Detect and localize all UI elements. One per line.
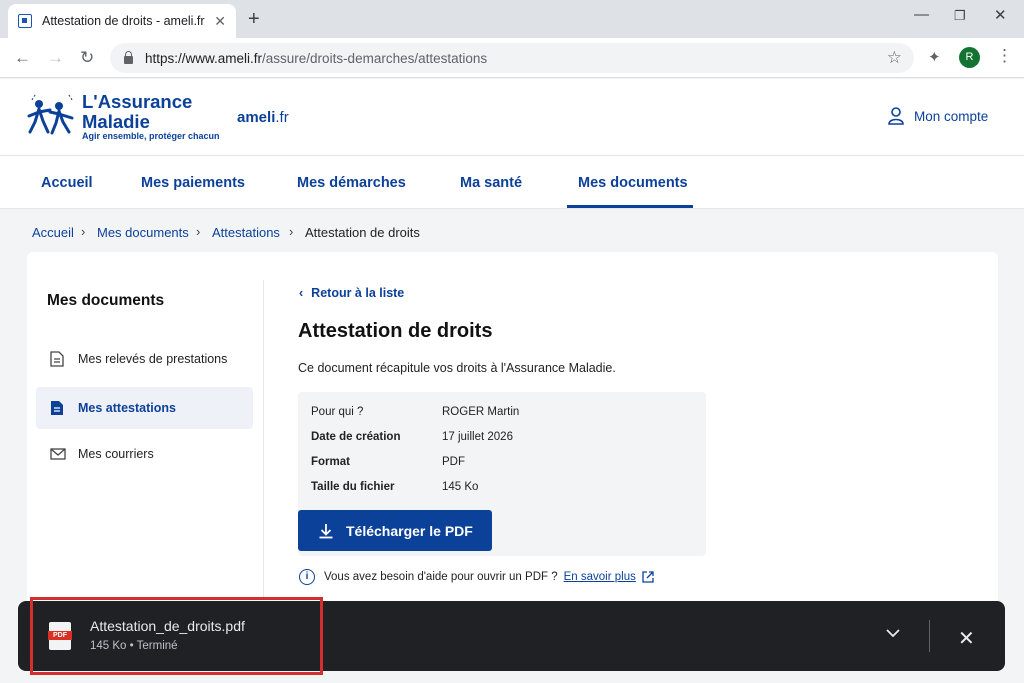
sidebar-item-label: Mes courriers [78, 447, 154, 461]
info-row-pour-qui: Pour qui ? ROGER Martin [311, 406, 519, 418]
active-nav-indicator [567, 205, 693, 208]
breadcrumb-mes-documents[interactable]: Mes documents [97, 225, 189, 240]
account-link[interactable]: Mon compte [888, 107, 988, 125]
brand-name-line1: L'Assurance [82, 91, 193, 112]
sidebar-item-courriers[interactable]: Mes courriers [36, 433, 253, 475]
forward-arrow-icon[interactable]: → [47, 48, 64, 68]
browser-address-bar: ← → ↻ https://www.ameli.fr/assure/droits… [0, 38, 1024, 78]
back-to-list-label: Retour à la liste [311, 286, 405, 300]
breadcrumb-attestations[interactable]: Attestations [212, 225, 280, 240]
info-row-taille: Taille du fichier 145 Ko [311, 481, 478, 493]
download-bar-divider [929, 620, 930, 652]
envelope-icon [50, 448, 78, 460]
chevron-left-icon: ‹ [299, 286, 304, 300]
back-arrow-icon[interactable]: ← [14, 48, 31, 68]
page-title: Attestation de droits [298, 320, 493, 342]
user-icon [888, 107, 904, 125]
nav-item-mes-documents[interactable]: Mes documents [578, 175, 688, 191]
download-pdf-button[interactable]: Télécharger le PDF [298, 510, 492, 551]
nav-item-mes-demarches[interactable]: Mes démarches [297, 175, 406, 191]
extensions-puzzle-icon[interactable]: ✦ [928, 48, 941, 66]
info-key: Format [311, 456, 350, 468]
info-key: Taille du fichier [311, 481, 395, 493]
info-key: Date de création [311, 431, 401, 443]
chevron-down-icon[interactable] [886, 628, 900, 638]
profile-avatar[interactable]: R [959, 47, 980, 68]
restore-icon[interactable]: ❐ [954, 8, 966, 24]
breadcrumb-current: Attestation de droits [305, 225, 420, 240]
browser-menu-icon[interactable]: ⋮ [996, 46, 1013, 66]
brand-tagline: Agir ensemble, protéger chacun [82, 131, 220, 141]
help-text: Vous avez besoin d'aide pour ouvrir un P… [324, 571, 558, 583]
breadcrumb-chevron-icon: › [289, 224, 294, 239]
nav-item-accueil[interactable]: Accueil [41, 175, 93, 191]
reload-icon[interactable]: ↻ [80, 48, 94, 68]
main-navigation: Accueil Mes paiements Mes démarches Ma s… [0, 156, 1024, 209]
info-value: ROGER Martin [442, 406, 520, 418]
ameli-name: ameli [237, 109, 276, 126]
url-input[interactable]: https://www.ameli.fr/assure/droits-demar… [110, 43, 914, 73]
document-description: Ce document récapitule vos droits à l'As… [298, 361, 616, 375]
nav-item-ma-sante[interactable]: Ma santé [460, 175, 522, 191]
browser-tab-bar: Attestation de droits - ameli.fr ✕ + — ❐… [0, 0, 1024, 38]
nav-item-mes-paiements[interactable]: Mes paiements [141, 175, 245, 191]
sidebar-item-label: Mes relevés de prestations [78, 352, 228, 366]
sidebar-title: Mes documents [47, 292, 165, 309]
close-download-bar-icon[interactable]: ✕ [958, 626, 975, 651]
external-link-icon[interactable] [642, 571, 654, 583]
highlight-annotation-box [30, 597, 323, 675]
info-value: 145 Ko [442, 481, 479, 493]
brand-name-line2: Maladie [82, 111, 150, 132]
ameli-favicon-icon [18, 14, 32, 28]
info-icon: i [299, 569, 315, 585]
info-value: PDF [442, 456, 465, 468]
new-tab-button[interactable]: + [248, 8, 260, 31]
sidebar-item-releves[interactable]: Mes relevés de prestations [36, 338, 253, 380]
document-filled-icon [50, 400, 78, 416]
tab-title: Attestation de droits - ameli.fr [42, 14, 205, 28]
url-path: /assure/droits-demarches/attestations [262, 50, 488, 66]
breadcrumb-chevron-icon: › [81, 224, 86, 239]
tab-close-icon[interactable]: ✕ [214, 13, 226, 30]
lock-icon [124, 51, 133, 64]
assurance-maladie-logo-icon[interactable] [26, 94, 78, 138]
sidebar-divider [263, 280, 264, 600]
info-row-date: Date de création 17 juillet 2026 [311, 431, 513, 443]
info-value: 17 juillet 2026 [442, 431, 513, 443]
bookmark-star-icon[interactable]: ☆ [887, 48, 902, 68]
back-to-list-link[interactable]: ‹ Retour à la liste [299, 286, 404, 300]
download-icon [319, 523, 333, 538]
close-window-icon[interactable]: ✕ [994, 6, 1007, 24]
minimize-icon[interactable]: — [914, 6, 929, 23]
url-host: https://www.ameli.fr [145, 50, 263, 66]
sidebar-item-attestations[interactable]: Mes attestations [36, 387, 253, 429]
download-pdf-label: Télécharger le PDF [346, 522, 473, 539]
site-header: L'Assurance Maladie Agir ensemble, proté… [0, 79, 1024, 156]
info-key: Pour qui ? [311, 406, 364, 418]
ameli-tld: .fr [275, 109, 289, 126]
learn-more-link[interactable]: En savoir plus [564, 571, 636, 583]
pdf-help: i Vous avez besoin d'aide pour ouvrir un… [299, 569, 654, 585]
browser-tab[interactable]: Attestation de droits - ameli.fr ✕ [8, 4, 236, 38]
info-row-format: Format PDF [311, 456, 465, 468]
document-icon [50, 351, 78, 367]
ameli-logo[interactable]: ameli.fr [237, 109, 289, 126]
document-info-box: Pour qui ? ROGER Martin Date de création 1… [298, 392, 706, 556]
breadcrumb-chevron-icon: › [196, 224, 201, 239]
account-label: Mon compte [914, 108, 989, 124]
sidebar-item-label: Mes attestations [78, 401, 176, 415]
breadcrumb-accueil[interactable]: Accueil [32, 225, 74, 240]
